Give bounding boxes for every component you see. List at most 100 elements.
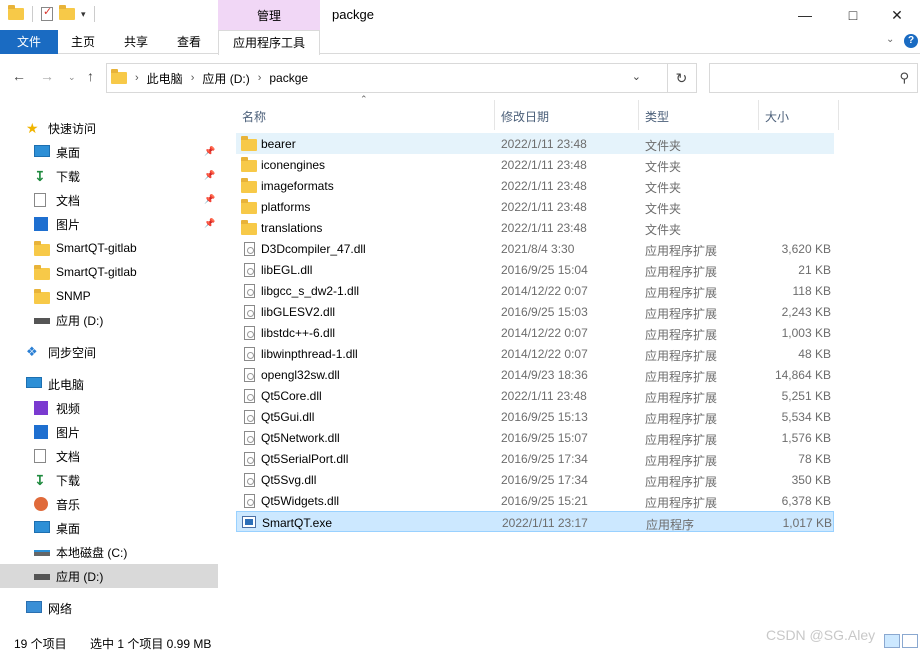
file-row[interactable]: Qt5SerialPort.dll 2016/9/25 17:34 应用程序扩展 78… [236,448,834,469]
file-row[interactable]: libEGL.dll 2016/9/25 15:04 应用程序扩展 21 KB [236,259,834,280]
sidebar-item-music[interactable]: 音乐 [0,492,218,516]
file-name: libgcc_s_dw2-1.dll [261,284,360,298]
file-date: 2016/9/25 15:21 [501,494,588,508]
sidebar-item-label: 视频 [56,401,81,416]
file-row[interactable]: iconengines 2022/1/11 23:48 文件夹 [236,154,834,175]
close-icon[interactable]: ✕ [874,0,920,30]
sidebar-item-desktop-pc[interactable]: 桌面 [0,516,218,540]
properties-icon[interactable]: ✓ [41,6,53,21]
tab-home[interactable]: 主页 [71,30,95,54]
sidebar-item-quick-access[interactable]: ★ 快速访问 [0,116,218,140]
sidebar-item-documents[interactable]: 文档 📌 [0,188,218,212]
sidebar-item-smartqt-gitlab[interactable]: SmartQT-gitlab [0,236,218,260]
file-date: 2021/8/4 3:30 [501,242,575,256]
column-header-date[interactable]: 修改日期 [495,100,638,134]
network-icon [26,601,42,613]
file-row[interactable]: SmartQT.exe 2022/1/11 23:17 应用程序 1,017 KB [236,511,834,532]
file-name: bearer [261,137,296,151]
tab-file[interactable]: 文件 [0,30,58,54]
search-input[interactable]: ⚲ [709,63,918,93]
new-folder-icon[interactable] [59,5,75,20]
dll-file-icon [244,368,255,382]
file-icon-wrapper [244,494,255,508]
file-size: 6,378 KB [781,494,831,508]
file-icon-wrapper [244,284,255,298]
tab-share[interactable]: 共享 [124,30,148,54]
address-dropdown-icon[interactable]: ⌄ [632,70,641,83]
file-name: SmartQT.exe [262,516,333,530]
file-list: ⌃ 名称 修改日期 类型 大小 bearer 2022/1/11 23:48 文件夹… [236,94,920,626]
sidebar-item-downloads-pc[interactable]: ↧ 下载 [0,468,218,492]
column-header-size[interactable]: 大小 [759,100,838,134]
file-row[interactable]: Qt5Network.dll 2016/9/25 15:07 应用程序扩展 1,576… [236,427,834,448]
file-icon-wrapper [244,242,255,256]
file-row[interactable]: Qt5Widgets.dll 2016/9/25 15:21 应用程序扩展 6,378… [236,490,834,511]
desktop-icon [34,145,50,157]
address-bar[interactable]: › 此电脑 › 应用 (D:) › packge ⌄ [106,63,668,93]
sidebar-item-drive-d-quick[interactable]: 应用 (D:) [0,308,218,332]
file-date: 2022/1/11 23:17 [502,516,588,530]
file-row[interactable]: libwinpthread-1.dll 2014/12/22 0:07 应用程序扩展… [236,343,834,364]
customize-qat-icon[interactable]: ▾ [81,9,86,20]
file-icon-wrapper [241,136,257,151]
file-row[interactable]: Qt5Core.dll 2022/1/11 23:48 应用程序扩展 5,251 KB [236,385,834,406]
tab-view[interactable]: 查看 [177,30,201,54]
file-row[interactable]: bearer 2022/1/11 23:48 文件夹 [236,133,834,154]
file-row[interactable]: Qt5Gui.dll 2016/9/25 15:13 应用程序扩展 5,534 KB [236,406,834,427]
dll-file-icon [244,284,255,298]
file-type: 应用程序扩展 [645,328,718,342]
sidebar-item-pictures[interactable]: 图片 📌 [0,212,218,236]
sidebar-item-snmp[interactable]: SNMP [0,284,218,308]
file-row[interactable]: libgcc_s_dw2-1.dll 2014/12/22 0:07 应用程序扩展 1… [236,280,834,301]
ribbon-tabs: 文件 主页 共享 查看 应用程序工具 ⌄ ? [0,30,920,55]
file-row[interactable]: imageformats 2022/1/11 23:48 文件夹 [236,175,834,196]
maximize-icon[interactable]: □ [830,0,876,30]
sidebar-item-downloads[interactable]: ↧ 下载 📌 [0,164,218,188]
sidebar-item-drive-d[interactable]: 应用 (D:) [0,564,218,588]
file-size: 5,534 KB [781,410,831,424]
sidebar-item-network[interactable]: 网络 [0,596,218,620]
file-row[interactable]: translations 2022/1/11 23:48 文件夹 [236,217,834,238]
sidebar-item-videos[interactable]: 视频 [0,396,218,420]
sidebar-item-sync-space[interactable]: ❖ 同步空间 [0,340,218,364]
details-view-icon[interactable] [884,634,900,648]
file-row[interactable]: platforms 2022/1/11 23:48 文件夹 [236,196,834,217]
refresh-icon[interactable]: ↻ [667,63,697,93]
recent-locations-icon[interactable]: ⌄ [68,72,76,83]
tab-manage[interactable]: 管理 [218,0,320,30]
large-icons-view-icon[interactable] [902,634,918,648]
sidebar-item-local-disk-c[interactable]: 本地磁盘 (C:) [0,540,218,564]
file-row[interactable]: libstdc++-6.dll 2014/12/22 0:07 应用程序扩展 1,00… [236,322,834,343]
minimize-icon[interactable]: — [782,0,828,30]
column-header-type[interactable]: 类型 [639,100,758,134]
sidebar-item-smartqt-gitlab-2[interactable]: SmartQT-gitlab [0,260,218,284]
crumb-this-pc[interactable]: 此电脑 [147,70,183,87]
back-icon[interactable]: ← [12,68,26,84]
file-type: 应用程序扩展 [645,391,718,405]
file-icon-wrapper [241,178,257,193]
file-name: iconengines [261,158,326,172]
crumb-packge[interactable]: packge [269,71,308,85]
file-type: 应用程序扩展 [645,307,718,321]
sidebar-item-documents-pc[interactable]: 文档 [0,444,218,468]
chevron-right-icon[interactable]: › [135,72,139,84]
sidebar-item-pictures-pc[interactable]: 图片 [0,420,218,444]
file-name: Qt5Core.dll [261,389,322,403]
sidebar-item-desktop[interactable]: 桌面 📌 [0,140,218,164]
tab-app-tools[interactable]: 应用程序工具 [218,30,320,55]
file-row[interactable]: opengl32sw.dll 2014/9/23 18:36 应用程序扩展 14,86… [236,364,834,385]
chevron-right-icon[interactable]: › [258,72,262,84]
help-icon[interactable]: ? [904,34,918,48]
file-type: 应用程序扩展 [645,412,718,426]
file-row[interactable]: D3Dcompiler_47.dll 2021/8/4 3:30 应用程序扩展 3,6… [236,238,834,259]
sidebar-item-this-pc[interactable]: 此电脑 [0,372,218,396]
crumb-drive-d[interactable]: 应用 (D:) [202,70,249,87]
file-row[interactable]: libGLESV2.dll 2016/9/25 15:03 应用程序扩展 2,243 … [236,301,834,322]
column-header-name[interactable]: 名称 [236,100,494,134]
column-divider[interactable] [838,100,839,130]
chevron-right-icon[interactable]: › [191,72,195,84]
file-row[interactable]: Qt5Svg.dll 2016/9/25 17:34 应用程序扩展 350 KB [236,469,834,490]
forward-icon[interactable]: → [40,68,54,84]
up-icon[interactable]: ↑ [87,68,94,84]
chevron-down-icon[interactable]: ⌄ [886,34,894,45]
